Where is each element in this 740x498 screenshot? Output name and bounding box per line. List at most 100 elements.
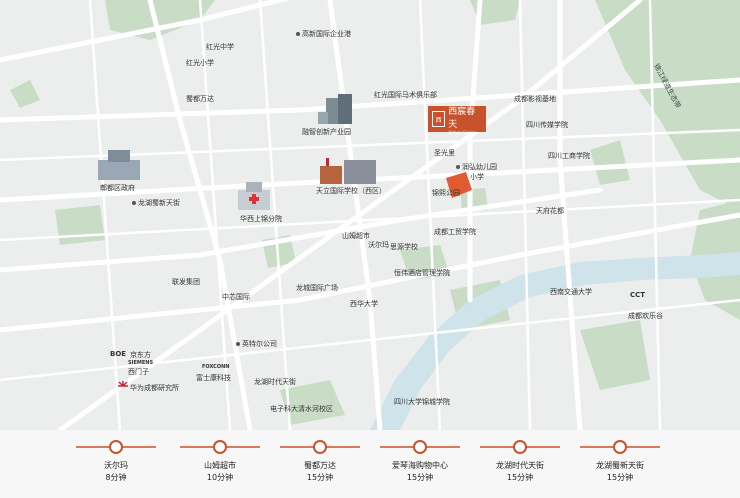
poi-label: 英特尔公司	[242, 340, 277, 348]
poi-label: 郫都区政府	[100, 184, 135, 192]
poi-dot-icon	[456, 165, 460, 169]
legend-time: 15分钟	[406, 473, 434, 482]
poi-label: 龙湖蜀新天街	[138, 199, 180, 207]
poi-sichuan-media[interactable]: 四川传媒学院	[526, 120, 568, 130]
poi-hotel-school[interactable]: 恒伟酒店管理学院	[394, 268, 450, 278]
poi-label: 小学	[470, 173, 484, 181]
map-base-layer	[0, 0, 740, 430]
project-subtitle: Xichen Spring	[448, 129, 477, 135]
poi-boe[interactable]: 京东方	[130, 350, 151, 360]
poi-swjtu[interactable]: 西南交通大学	[550, 287, 592, 297]
poi-label: 龙城国际广场	[296, 284, 338, 292]
poi-shengguang-li[interactable]: 圣光里	[434, 148, 455, 158]
poi-huaxi-hospital[interactable]: 华西上锦分院	[240, 214, 282, 224]
legend-item[interactable]: 蜀都万达 15分钟	[268, 430, 372, 498]
poi-foxconn[interactable]: 富士康科技	[196, 373, 231, 383]
poi-label: 山姆超市	[342, 232, 370, 240]
poi-uestc[interactable]: 电子科大清水河校区	[270, 404, 333, 414]
poi-jiahong-kindergarten[interactable]: 润弘幼儿园	[456, 162, 497, 172]
poi-intel[interactable]: 英特尔公司	[236, 339, 277, 349]
poi-hongxin-enterprise-port[interactable]: 高新国际企业港	[296, 29, 351, 39]
poi-label: 成都工贸学院	[434, 228, 476, 236]
project-name-block: 西宸春天 Xichen Spring	[448, 104, 482, 135]
legend-destination: 蜀都万达	[304, 461, 336, 470]
legend-time: 15分钟	[506, 473, 534, 482]
poi-xihua-univ[interactable]: 西华大学	[350, 299, 378, 309]
legend-destination: 龙湖蜀新天街	[596, 461, 644, 470]
intel-logo-icon	[236, 342, 240, 346]
poi-label: 润弘幼儿园	[462, 163, 497, 171]
poi-longhu-shutianjie[interactable]: 龙湖蜀新天街	[132, 198, 180, 208]
poi-zhongxin-intl[interactable]: 中芯国际	[222, 292, 250, 302]
legend-destination: 爱琴海购物中心	[392, 461, 448, 470]
poi-tianli-school[interactable]: 天立国际学校（西区）	[316, 186, 386, 196]
poi-jinxi-park[interactable]: 锦熙公园	[432, 188, 460, 198]
poi-label: 四川工商学院	[548, 152, 590, 160]
legend-item[interactable]: 爱琴海购物中心 15分钟	[368, 430, 472, 498]
legend-ring-icon	[213, 440, 227, 454]
legend-ring-icon	[313, 440, 327, 454]
boe-logo: BOE	[110, 350, 127, 358]
poi-sichuan-jinjiang[interactable]: 四川大学锦城学院	[394, 397, 450, 407]
poi-aiqinhai-school[interactable]: 思源学校	[390, 242, 418, 252]
poi-label: 西门子	[128, 368, 149, 376]
poi-label: 锦熙公园	[432, 189, 460, 197]
poi-hongguang-golf[interactable]: 红光国际马术俱乐部	[374, 90, 437, 100]
huawei-logo-icon	[118, 381, 128, 387]
legend-time: 15分钟	[306, 473, 334, 482]
poi-shanmu-market[interactable]: 山姆超市	[342, 231, 370, 241]
poi-lianfa-group[interactable]: 联发集团	[172, 277, 200, 287]
poi-primary-school[interactable]: 小学	[470, 172, 484, 182]
poi-label: 红光小学	[186, 59, 214, 67]
poi-label: 沃尔玛	[368, 241, 389, 249]
poi-tianfu-garden[interactable]: 天府花都	[536, 206, 564, 216]
poi-longcheng-plaza[interactable]: 龙城国际广场	[296, 283, 338, 293]
legend-ring-icon	[109, 440, 123, 454]
poi-label: 中芯国际	[222, 293, 250, 301]
poi-hongguang-primary[interactable]: 红光小学	[186, 58, 214, 68]
project-name: 西宸春天	[448, 106, 476, 130]
siemens-logo: SIEMENS	[128, 360, 154, 366]
poi-label: 思源学校	[390, 243, 418, 251]
poi-siemens[interactable]: 西门子	[128, 367, 149, 377]
legend-item[interactable]: 沃尔玛 8分钟	[64, 430, 168, 498]
poi-chengdu-film[interactable]: 成都影视基地	[514, 94, 556, 104]
map-canvas[interactable]: 西 西宸春天 Xichen Spring 高新国际企业港 红光中学 红光小学 蜀…	[0, 0, 740, 430]
legend-time: 10分钟	[206, 473, 234, 482]
legend-item[interactable]: 龙湖时代天街 15分钟	[468, 430, 572, 498]
poi-pixian-gov[interactable]: 郫都区政府	[100, 183, 135, 193]
poi-huawei[interactable]: 华为成都研究所	[130, 383, 179, 393]
poi-label: 龙湖时代天街	[254, 378, 296, 386]
poi-label: 成都影视基地	[514, 95, 556, 103]
poi-label: 天府花都	[536, 207, 564, 215]
poi-label: 天立国际学校（西区）	[316, 187, 386, 195]
legend-destination: 山姆超市	[204, 461, 236, 470]
poi-longhu-times[interactable]: 龙湖时代天街	[254, 377, 296, 387]
rongzhi-building-icon	[318, 94, 352, 124]
poi-walmart[interactable]: 沃尔玛	[368, 240, 389, 250]
poi-label: 恒伟酒店管理学院	[394, 269, 450, 277]
poi-label: 西华大学	[350, 300, 378, 308]
travel-time-legend: 沃尔玛 8分钟 山姆超市 10分钟 蜀都万达 15分钟 爱琴海购物中心 15分钟 龙湖时代天街 1…	[0, 430, 740, 498]
poi-label: 红光国际马术俱乐部	[374, 91, 437, 99]
poi-dot-icon	[296, 32, 300, 36]
poi-chengdu-tech[interactable]: 成都工贸学院	[434, 227, 476, 237]
poi-rongzhi-park[interactable]: 融智创新产业园	[302, 127, 351, 137]
poi-label: 成都欢乐谷	[628, 312, 663, 320]
project-marker[interactable]: 西 西宸春天 Xichen Spring	[428, 104, 486, 135]
poi-label: 京东方	[130, 351, 151, 359]
poi-label: 四川大学锦城学院	[394, 398, 450, 406]
poi-sichuan-business[interactable]: 四川工商学院	[548, 151, 590, 161]
poi-label: 四川传媒学院	[526, 121, 568, 129]
poi-shudu-wanda[interactable]: 蜀都万达	[186, 94, 214, 104]
legend-item[interactable]: 山姆超市 10分钟	[168, 430, 272, 498]
poi-label: 蜀都万达	[186, 95, 214, 103]
poi-label: 红光中学	[206, 43, 234, 51]
poi-ccity-happy-valley[interactable]: 成都欢乐谷	[628, 311, 663, 321]
poi-hongguang-middle[interactable]: 红光中学	[206, 42, 234, 52]
legend-item[interactable]: 龙湖蜀新天街 15分钟	[568, 430, 672, 498]
legend-destination: 龙湖时代天街	[496, 461, 544, 470]
project-logo: 西	[432, 111, 446, 127]
legend-ring-icon	[513, 440, 527, 454]
cctv-logo: CCT	[630, 291, 646, 299]
